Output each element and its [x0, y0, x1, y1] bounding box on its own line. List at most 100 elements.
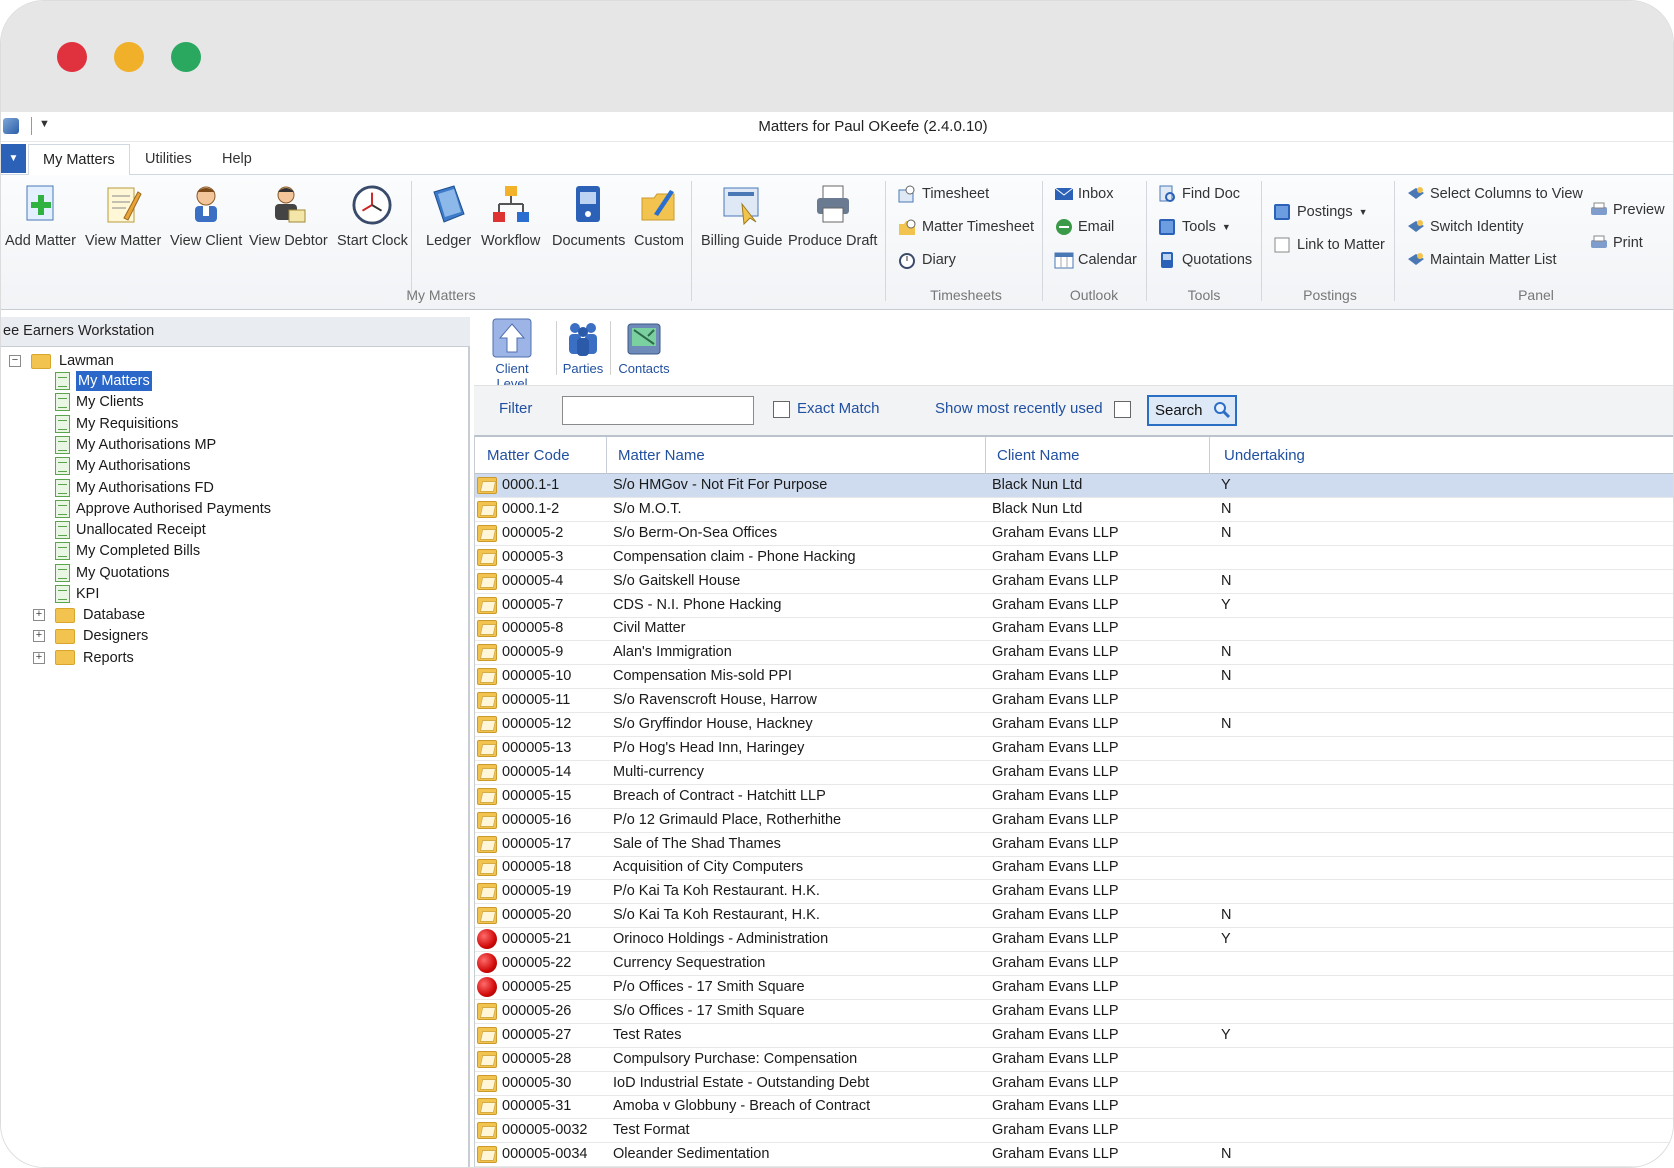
table-row[interactable]: 000005-10 Compensation Mis-sold PPI Graham…: [475, 665, 1673, 690]
table-row[interactable]: 000005-2 S/o Berm-On-Sea Offices Graham Ev…: [475, 522, 1673, 546]
billing-guide-button[interactable]: Billing Guide: [701, 183, 782, 249]
table-row[interactable]: 000005-9 Alan's Immigration Graham Evans L…: [475, 641, 1673, 666]
tree-item[interactable]: My Authorisations: [55, 456, 190, 476]
table-row[interactable]: 000005-20 S/o Kai Ta Koh Restaurant, H.K.…: [475, 904, 1673, 929]
tree-item[interactable]: KPI: [55, 584, 99, 604]
tree-item[interactable]: My Matters: [55, 371, 152, 391]
expand-icon[interactable]: +: [33, 609, 45, 621]
documents-button[interactable]: Documents: [552, 183, 625, 249]
preview-button[interactable]: Preview: [1589, 201, 1665, 219]
table-row[interactable]: 000005-0034 Oleander Sedimentation Graham …: [475, 1143, 1673, 1167]
tree-item[interactable]: Unallocated Receipt: [55, 520, 206, 540]
tree-item-label: My Authorisations: [76, 458, 191, 475]
switch-identity-button[interactable]: Switch Identity: [1406, 218, 1524, 236]
table-row[interactable]: 000005-8 Civil Matter Graham Evans LLP: [475, 617, 1673, 642]
postings-icon: [1273, 203, 1291, 221]
table-row[interactable]: 000005-30 IoD Industrial Estate - Outstan…: [475, 1072, 1673, 1096]
expand-icon[interactable]: +: [33, 651, 45, 664]
parties-button[interactable]: Parties: [558, 317, 608, 376]
column-header-matter-code[interactable]: Matter Code: [487, 447, 570, 464]
table-row[interactable]: 000005-17 Sale of The Shad Thames Graham E…: [475, 833, 1673, 857]
view-debtor-button[interactable]: View Debtor: [249, 183, 328, 249]
matter-timesheet-button[interactable]: Matter Timesheet: [898, 218, 1034, 236]
tab-my-matters[interactable]: My Matters: [28, 144, 130, 176]
divider[interactable]: [606, 437, 607, 475]
folder-open-icon: [477, 787, 497, 805]
maintain-matter-list-button[interactable]: Maintain Matter List: [1406, 251, 1557, 269]
ledger-button[interactable]: Ledger: [426, 183, 471, 249]
tab-utilities[interactable]: Utilities: [131, 144, 206, 176]
table-row[interactable]: 000005-14 Multi-currency Graham Evans LLP: [475, 761, 1673, 785]
table-row[interactable]: 000005-21 Orinoco Holdings - Administrati…: [475, 928, 1673, 953]
tree-folder[interactable]: + Reports: [33, 648, 134, 668]
start-clock-button[interactable]: Start Clock: [337, 183, 408, 249]
divider[interactable]: [985, 437, 986, 475]
contacts-button[interactable]: Contacts: [612, 317, 676, 376]
table-row[interactable]: 000005-12 S/o Gryffindor House, Hackney Gr…: [475, 713, 1673, 737]
produce-draft-button[interactable]: Produce Draft: [788, 183, 877, 249]
timesheet-button[interactable]: Timesheet: [898, 185, 989, 203]
table-row[interactable]: 000005-16 P/o 12 Grimauld Place, Rotherhi…: [475, 809, 1673, 833]
tree-folder[interactable]: + Database: [33, 605, 145, 625]
search-button[interactable]: Search: [1147, 395, 1237, 426]
tab-help[interactable]: Help: [208, 144, 266, 176]
maximize-window-button[interactable]: [171, 42, 201, 72]
tree-root-lawman[interactable]: − Lawman: [9, 351, 114, 371]
table-row[interactable]: 000005-22 Currency Sequestration Graham Ev…: [475, 952, 1673, 976]
exact-match-checkbox[interactable]: [773, 401, 790, 418]
expand-icon[interactable]: +: [33, 630, 45, 643]
tree-item[interactable]: My Completed Bills: [55, 541, 200, 561]
table-row[interactable]: 000005-15 Breach of Contract - Hatchitt L…: [475, 785, 1673, 809]
tools-dropdown-button[interactable]: Tools ▼: [1158, 218, 1231, 236]
table-row[interactable]: 000005-7 CDS - N.I. Phone Hacking Graham E…: [475, 594, 1673, 618]
postings-dropdown-button[interactable]: Postings ▼: [1273, 203, 1368, 221]
collapse-icon[interactable]: −: [9, 355, 21, 367]
table-row[interactable]: 000005-27 Test Rates Graham Evans LLP Y: [475, 1024, 1673, 1048]
file-menu-button[interactable]: ▼: [1, 144, 26, 173]
close-window-button[interactable]: [57, 42, 87, 72]
table-row[interactable]: 000005-11 S/o Ravenscroft House, Harrow Gr…: [475, 689, 1673, 714]
quotations-button[interactable]: Quotations: [1158, 251, 1252, 269]
divider[interactable]: [1209, 437, 1210, 475]
minimize-window-button[interactable]: [114, 42, 144, 72]
table-row[interactable]: 0000.1-1 S/o HMGov - Not Fit For Purpose B…: [475, 474, 1673, 498]
inbox-button[interactable]: Inbox: [1054, 185, 1113, 203]
calendar-button[interactable]: Calendar: [1054, 251, 1137, 269]
print-button[interactable]: Print: [1589, 234, 1643, 252]
add-matter-button[interactable]: Add Matter: [5, 183, 76, 249]
column-header-client-name[interactable]: Client Name: [997, 447, 1080, 464]
view-matter-button[interactable]: View Matter: [85, 183, 161, 249]
client-level-button[interactable]: Client Level: [480, 317, 544, 391]
tree-item[interactable]: My Requisitions: [55, 414, 178, 434]
tree-item[interactable]: My Clients: [55, 392, 144, 412]
tree-folder[interactable]: + Designers: [33, 626, 148, 646]
tree-item[interactable]: My Authorisations FD: [55, 478, 214, 498]
table-row[interactable]: 000005-0032 Test Format Graham Evans LLP: [475, 1119, 1673, 1144]
tree-item[interactable]: Approve Authorised Payments: [55, 499, 271, 519]
table-row[interactable]: 000005-31 Amoba v Globbuny - Breach of Co…: [475, 1095, 1673, 1120]
column-header-matter-name[interactable]: Matter Name: [618, 447, 705, 464]
table-row[interactable]: 000005-18 Acquisition of City Computers Gr…: [475, 856, 1673, 881]
find-doc-button[interactable]: Find Doc: [1158, 185, 1240, 203]
custom-button[interactable]: Custom: [634, 183, 684, 249]
table-row[interactable]: 000005-28 Compulsory Purchase: Compensati…: [475, 1048, 1673, 1072]
link-to-matter-label: Link to Matter: [1297, 237, 1385, 253]
tree-item[interactable]: My Quotations: [55, 563, 170, 583]
table-row[interactable]: 000005-25 P/o Offices - 17 Smith Square Gr…: [475, 976, 1673, 1000]
filter-input[interactable]: [562, 396, 754, 425]
email-button[interactable]: Email: [1054, 218, 1114, 236]
show-recent-checkbox[interactable]: [1114, 401, 1131, 418]
view-client-button[interactable]: View Client: [170, 183, 242, 249]
table-row[interactable]: 000005-26 S/o Offices - 17 Smith Square Gr…: [475, 1000, 1673, 1024]
diary-button[interactable]: Diary: [898, 251, 956, 269]
column-header-undertaking[interactable]: Undertaking: [1224, 447, 1305, 464]
table-row[interactable]: 000005-3 Compensation claim - Phone Hacki…: [475, 546, 1673, 570]
table-row[interactable]: 000005-13 P/o Hog's Head Inn, Haringey Gra…: [475, 737, 1673, 761]
table-row[interactable]: 000005-19 P/o Kai Ta Koh Restaurant. H.K.…: [475, 880, 1673, 905]
select-columns-button[interactable]: Select Columns to View: [1406, 185, 1583, 203]
tree-item[interactable]: My Authorisations MP: [55, 435, 216, 455]
link-to-matter-button[interactable]: Link to Matter: [1273, 236, 1385, 254]
workflow-button[interactable]: Workflow: [481, 183, 540, 249]
table-row[interactable]: 0000.1-2 S/o M.O.T. Black Nun Ltd N: [475, 498, 1673, 522]
table-row[interactable]: 000005-4 S/o Gaitskell House Graham Evans …: [475, 570, 1673, 594]
